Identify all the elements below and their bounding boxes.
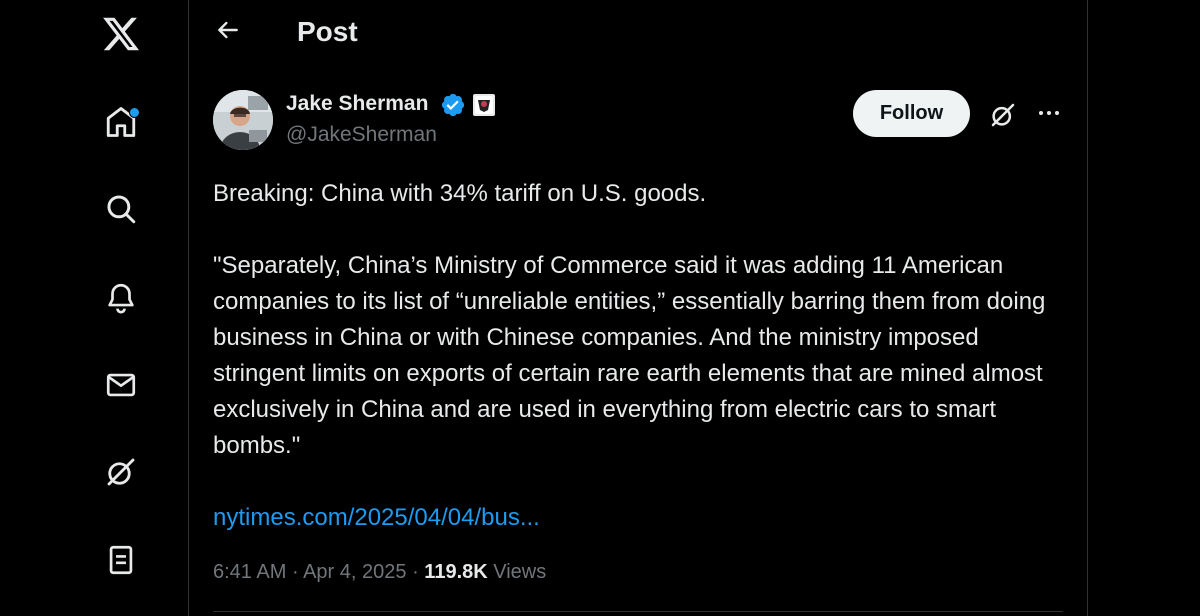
follow-button[interactable]: Follow: [853, 90, 970, 137]
bottom-divider: [213, 611, 1063, 612]
home-icon[interactable]: [80, 94, 162, 150]
post-date[interactable]: Apr 4, 2025: [303, 561, 406, 583]
affiliate-badge-icon[interactable]: [472, 93, 496, 122]
grok-icon[interactable]: [988, 100, 1018, 135]
lists-icon[interactable]: [80, 532, 162, 588]
post-paragraph: "Separately, China’s Ministry of Commerc…: [213, 252, 1046, 459]
back-button[interactable]: [212, 16, 244, 48]
grok-icon[interactable]: [80, 444, 162, 500]
views-count: 119.8K: [424, 561, 488, 583]
author-name[interactable]: Jake Sherman: [286, 91, 428, 117]
arrow-left-icon: [215, 17, 241, 48]
left-nav: [80, 0, 162, 616]
page-title: Post: [297, 16, 358, 47]
meta-separator: ·: [291, 561, 299, 583]
column-divider-left: [188, 0, 189, 616]
avatar[interactable]: [213, 90, 273, 150]
notification-dot: [129, 107, 140, 118]
verified-badge-icon[interactable]: [440, 92, 466, 123]
more-options-button[interactable]: [1034, 100, 1064, 126]
post-paragraph: Breaking: China with 34% tariff on U.S. …: [213, 180, 707, 207]
post-time[interactable]: 6:41 AM: [213, 561, 286, 583]
x-logo-icon[interactable]: [80, 6, 162, 62]
search-icon[interactable]: [80, 181, 162, 237]
post-meta: 6:41 AM · Apr 4, 2025 · 119.8K Views: [213, 558, 546, 586]
post-text: Breaking: China with 34% tariff on U.S. …: [213, 176, 1073, 464]
more-icon: [1037, 104, 1061, 122]
article-link[interactable]: nytimes.com/2025/04/04/bus...: [213, 500, 540, 536]
meta-separator: ·: [412, 561, 419, 583]
column-divider-right: [1087, 0, 1088, 616]
bell-icon[interactable]: [80, 270, 162, 326]
views-label: Views: [493, 561, 547, 583]
mail-icon[interactable]: [80, 357, 162, 413]
author-handle[interactable]: @JakeSherman: [286, 122, 437, 148]
